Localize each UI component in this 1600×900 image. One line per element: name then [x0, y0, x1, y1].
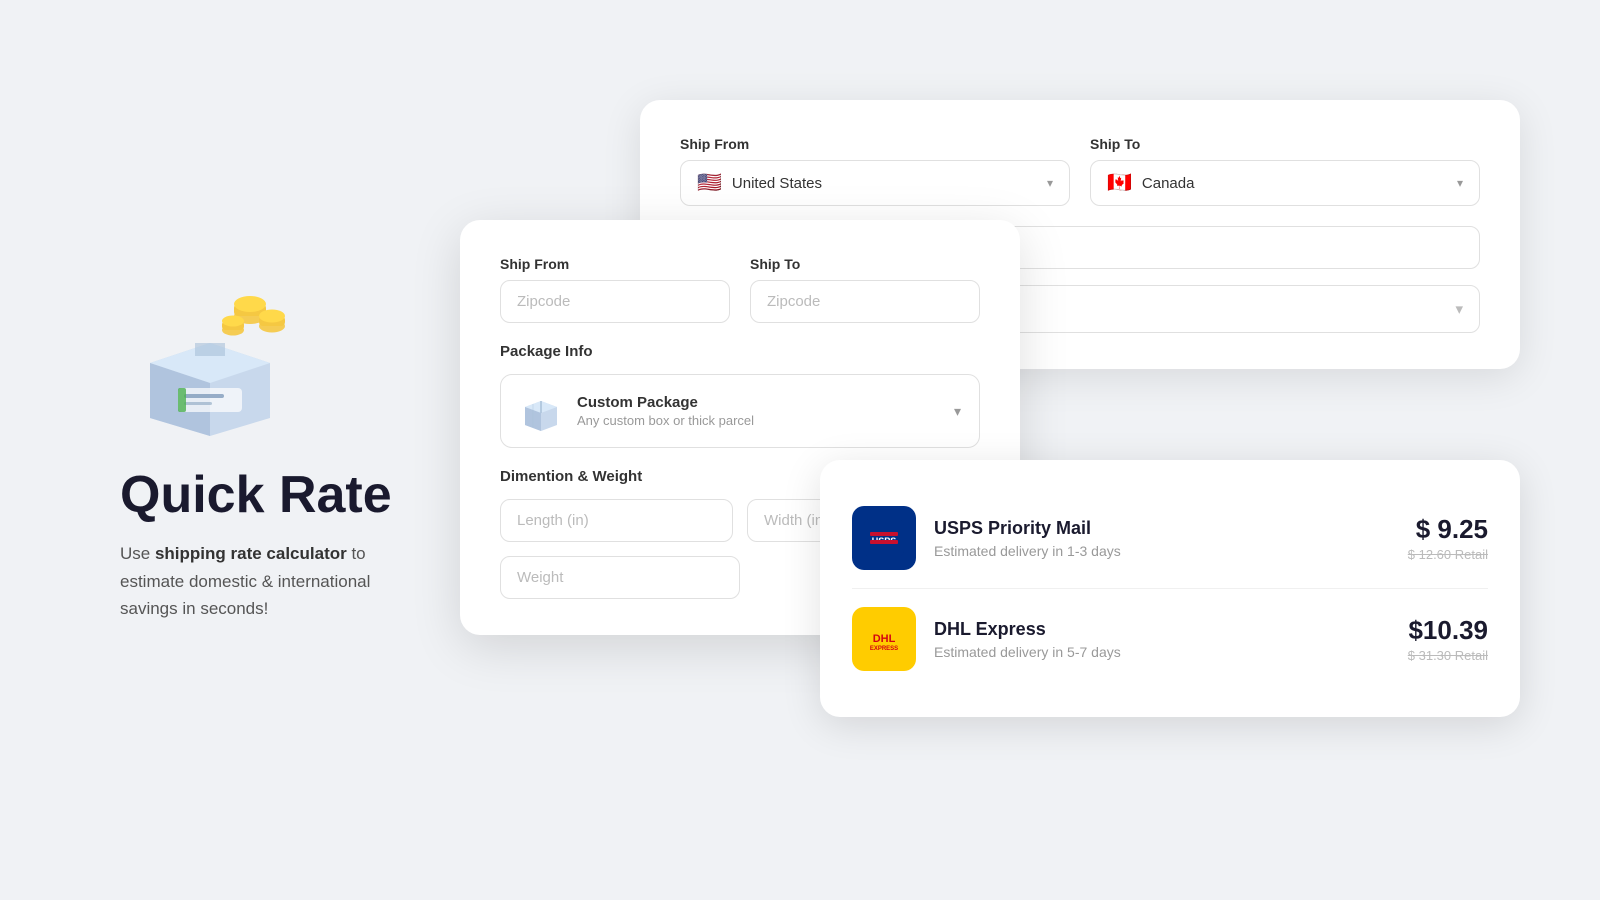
front-ship-to-label: Ship To: [750, 256, 980, 272]
results-card: USPS USPS Priority Mail Estimated delive…: [820, 460, 1520, 717]
state-chevron-icon: ▾: [1455, 300, 1463, 318]
length-input[interactable]: [500, 499, 733, 542]
hero-desc-prefix: Use: [120, 544, 155, 563]
usps-carrier-eta: Estimated delivery in 1-3 days: [934, 543, 1390, 559]
ship-to-label: Ship To: [1090, 136, 1480, 152]
ship-to-chevron-icon: ▾: [1457, 176, 1463, 190]
dhl-price-main: $10.39: [1408, 615, 1488, 646]
ship-to-country-value: Canada: [1142, 175, 1195, 192]
package-subtitle: Any custom box or thick parcel: [577, 413, 754, 428]
dhl-logo-svg: DHL EXPRESS: [864, 619, 904, 659]
package-info-label: Package Info: [500, 343, 980, 360]
ship-from-field-group: Ship From 🇺🇸 United States ▾: [680, 136, 1070, 206]
svg-text:EXPRESS: EXPRESS: [870, 646, 898, 652]
ship-from-chevron-icon: ▾: [1047, 176, 1053, 190]
hero-title: Quick Rate: [120, 467, 400, 524]
usps-price-area: $ 9.25 $ 12.60 Retail: [1408, 514, 1488, 562]
ship-from-country-value: United States: [732, 175, 822, 192]
hero-section: Quick Rate Use shipping rate calculator …: [60, 238, 460, 662]
package-chevron-icon: ▾: [954, 403, 961, 420]
front-zipcode-from-input[interactable]: [500, 280, 730, 323]
package-title: Custom Package: [577, 394, 754, 411]
ship-from-country-select[interactable]: 🇺🇸 United States ▾: [680, 160, 1070, 206]
usps-carrier-info: USPS Priority Mail Estimated delivery in…: [934, 518, 1390, 559]
weight-input[interactable]: [500, 556, 740, 599]
dhl-price-retail: $ 31.30 Retail: [1408, 648, 1488, 663]
ca-flag-icon: 🇨🇦: [1107, 173, 1132, 193]
package-info: Custom Package Any custom box or thick p…: [577, 394, 754, 428]
usps-price-main: $ 9.25: [1408, 514, 1488, 545]
dhl-carrier-info: DHL Express Estimated delivery in 5-7 da…: [934, 619, 1390, 660]
cards-area: Ship From 🇺🇸 United States ▾ Ship To 🇨🇦 …: [460, 40, 1540, 860]
front-ship-from-label: Ship From: [500, 256, 730, 272]
box-illustration: [120, 278, 300, 438]
front-zipcode-to-input[interactable]: [750, 280, 980, 323]
dhl-price-area: $10.39 $ 31.30 Retail: [1408, 615, 1488, 663]
ship-to-field-group: Ship To 🇨🇦 Canada ▾: [1090, 136, 1480, 206]
rate-item-dhl: DHL EXPRESS DHL Express Estimated delive…: [852, 588, 1488, 689]
page-wrapper: Quick Rate Use shipping rate calculator …: [60, 40, 1540, 860]
package-icon: [519, 389, 563, 433]
usps-price-retail: $ 12.60 Retail: [1408, 547, 1488, 562]
svg-text:DHL: DHL: [873, 633, 896, 645]
hero-description: Use shipping rate calculator to estimate…: [120, 540, 400, 622]
hero-desc-bold: shipping rate calculator: [155, 544, 347, 563]
front-ship-from-group: Ship From: [500, 256, 730, 323]
dhl-carrier-name: DHL Express: [934, 619, 1390, 640]
rate-item-usps: USPS USPS Priority Mail Estimated delive…: [852, 488, 1488, 588]
ship-to-country-select[interactable]: 🇨🇦 Canada ▾: [1090, 160, 1480, 206]
ship-from-label: Ship From: [680, 136, 1070, 152]
package-selector[interactable]: Custom Package Any custom box or thick p…: [500, 374, 980, 448]
usps-logo: USPS: [852, 506, 916, 570]
dhl-logo: DHL EXPRESS: [852, 607, 916, 671]
front-ship-to-group: Ship To: [750, 256, 980, 323]
dhl-carrier-eta: Estimated delivery in 5-7 days: [934, 644, 1390, 660]
usps-logo-svg: USPS: [864, 518, 904, 558]
usps-carrier-name: USPS Priority Mail: [934, 518, 1390, 539]
us-flag-icon: 🇺🇸: [697, 173, 722, 193]
